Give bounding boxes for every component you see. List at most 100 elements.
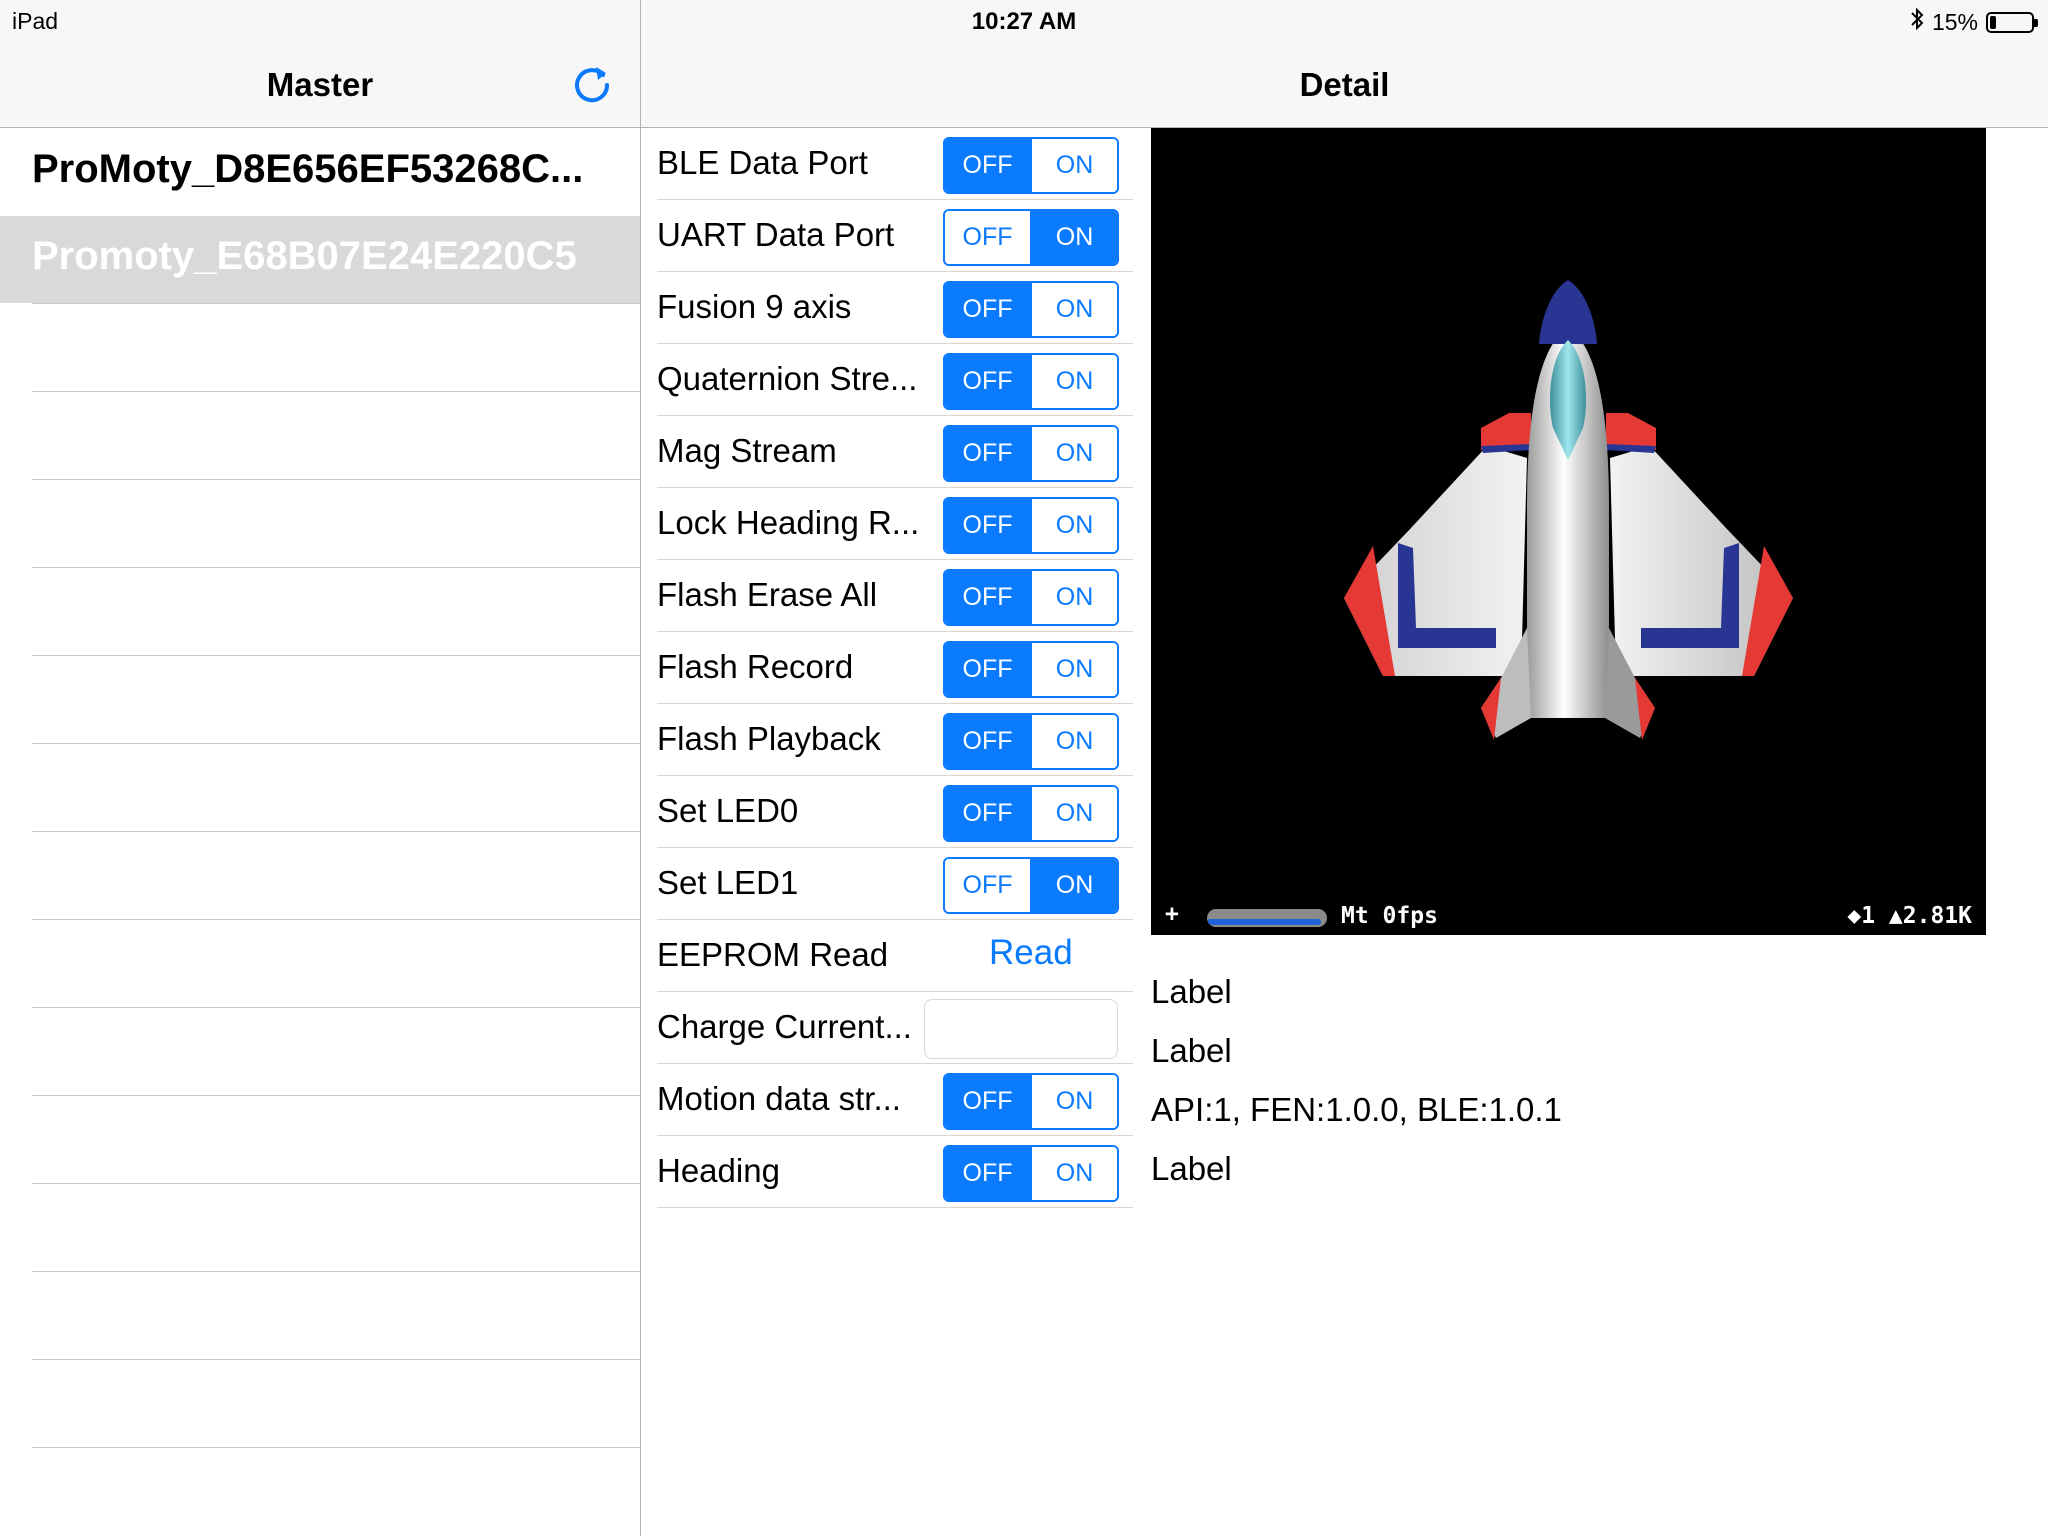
setting-row: BLE Data Port OFF ON (641, 128, 1133, 200)
empty-list-row (32, 567, 640, 655)
segment-on[interactable]: ON (1030, 715, 1117, 768)
segment-off[interactable]: OFF (945, 211, 1030, 264)
battery-level (1990, 15, 1996, 29)
segment-on[interactable]: ON (1030, 1147, 1117, 1200)
segment-on[interactable]: ON (1030, 427, 1117, 480)
setting-label: Mag Stream (657, 432, 837, 469)
empty-list-row (32, 479, 640, 567)
segment-on[interactable]: ON (1030, 1075, 1117, 1128)
setting-label: EEPROM Read (657, 936, 889, 973)
segment-off[interactable]: OFF (945, 643, 1030, 696)
off-on-segmented-control[interactable]: OFF ON (943, 641, 1119, 698)
device-row[interactable]: ProMoty_D8E656EF53268C... (0, 129, 640, 216)
master-nav-bar: Master (0, 40, 640, 128)
setting-row: Flash Playback OFF ON (641, 704, 1133, 776)
setting-label: Flash Erase All (657, 576, 878, 613)
empty-list-row (32, 1183, 640, 1271)
segment-off[interactable]: OFF (945, 1147, 1030, 1200)
stats-toggle-button[interactable]: + (1165, 901, 1179, 927)
info-label: Label (1151, 1032, 1232, 1069)
off-on-segmented-control[interactable]: OFF ON (943, 425, 1119, 482)
gauge-fill (1207, 919, 1321, 925)
segment-off[interactable]: OFF (945, 427, 1030, 480)
segment-off[interactable]: OFF (945, 571, 1030, 624)
off-on-segmented-control[interactable]: OFF ON (943, 1145, 1119, 1202)
setting-row: Heading OFF ON (641, 1136, 1133, 1208)
segment-off[interactable]: OFF (945, 715, 1030, 768)
segment-off[interactable]: OFF (945, 859, 1030, 912)
frame-time-gauge (1207, 909, 1327, 927)
segment-on[interactable]: ON (1030, 499, 1117, 552)
setting-row: Mag Stream OFF ON (641, 416, 1133, 488)
empty-list-row (32, 831, 640, 919)
off-on-segmented-control[interactable]: OFF ON (943, 137, 1119, 194)
empty-list-row (32, 391, 640, 479)
setting-label: UART Data Port (657, 216, 895, 253)
setting-row: Fusion 9 axis OFF ON (641, 272, 1133, 344)
empty-list-row (32, 1447, 640, 1535)
setting-label: Quaternion Stre... (657, 360, 918, 397)
segment-off[interactable]: OFF (945, 787, 1030, 840)
info-labels: Label Label API:1, FEN:1.0.0, BLE:1.0.1 Lab… (1151, 968, 1562, 1204)
setting-row: Lock Heading R... OFF ON (641, 488, 1133, 560)
empty-list-row (32, 1095, 640, 1183)
status-right: 15% (1910, 7, 2038, 37)
segment-on[interactable]: ON (1030, 283, 1117, 336)
refresh-icon (575, 67, 610, 103)
setting-label: Flash Record (657, 648, 854, 685)
empty-list-row (32, 303, 640, 391)
off-on-segmented-control[interactable]: OFF ON (943, 209, 1119, 266)
segment-on[interactable]: ON (1030, 571, 1117, 624)
empty-list-row (32, 1271, 640, 1359)
info-label: API:1, FEN:1.0.0, BLE:1.0.1 (1151, 1091, 1562, 1128)
read-button[interactable]: Read (989, 933, 1073, 973)
off-on-segmented-control[interactable]: OFF ON (943, 1073, 1119, 1130)
segment-off[interactable]: OFF (945, 355, 1030, 408)
empty-list-row (32, 743, 640, 831)
charge-current-field[interactable] (924, 999, 1118, 1059)
off-on-segmented-control[interactable]: OFF ON (943, 785, 1119, 842)
setting-row: Motion data str... OFF ON (641, 1064, 1133, 1136)
settings-list: BLE Data Port OFF ON UART Data Port OFF ON Fus… (641, 128, 1133, 1208)
device-row[interactable]: Promoty_E68B07E24E220C5 (0, 216, 640, 303)
detail-nav-bar: Detail (641, 40, 2048, 128)
detail-title: Detail (1299, 66, 1390, 103)
refresh-button[interactable] (567, 58, 617, 108)
setting-row: Flash Record OFF ON (641, 632, 1133, 704)
setting-row: Quaternion Stre... OFF ON (641, 344, 1133, 416)
segment-on[interactable]: ON (1030, 139, 1117, 192)
off-on-segmented-control[interactable]: OFF ON (943, 281, 1119, 338)
segment-on[interactable]: ON (1030, 355, 1117, 408)
segment-off[interactable]: OFF (945, 1075, 1030, 1128)
master-panel: Master ProMoty_D8E656EF53268C... Promoty_… (0, 0, 640, 1536)
setting-label: Fusion 9 axis (657, 288, 852, 325)
info-label: Label (1151, 1150, 1232, 1187)
empty-list-row (32, 1007, 640, 1095)
scene-view[interactable]: + Mt 0fps ◆1 ▲2.81K (1151, 128, 1986, 935)
scene-stats-bar: + Mt 0fps ◆1 ▲2.81K (1151, 899, 1986, 935)
segment-on[interactable]: ON (1030, 211, 1117, 264)
setting-label: BLE Data Port (657, 144, 868, 181)
off-on-segmented-control[interactable]: OFF ON (943, 353, 1119, 410)
segment-on[interactable]: ON (1030, 787, 1117, 840)
segment-on[interactable]: ON (1030, 859, 1117, 912)
segment-off[interactable]: OFF (945, 139, 1030, 192)
off-on-segmented-control[interactable]: OFF ON (943, 713, 1119, 770)
off-on-segmented-control[interactable]: OFF ON (943, 497, 1119, 554)
setting-row: Set LED0 OFF ON (641, 776, 1133, 848)
segment-on[interactable]: ON (1030, 643, 1117, 696)
battery-percent: 15% (1931, 8, 1978, 35)
segment-off[interactable]: OFF (945, 499, 1030, 552)
battery-icon (1986, 11, 2038, 33)
empty-list-row (32, 919, 640, 1007)
setting-row: EEPROM Read Read (641, 920, 1133, 992)
off-on-segmented-control[interactable]: OFF ON (943, 857, 1119, 914)
off-on-segmented-control[interactable]: OFF ON (943, 569, 1119, 626)
setting-label: Set LED0 (657, 792, 799, 829)
fps-readout: Mt 0fps (1341, 903, 1438, 929)
setting-row: Charge Current... (641, 992, 1133, 1064)
segment-off[interactable]: OFF (945, 283, 1030, 336)
device-name-label: ProMoty_D8E656EF53268C... (32, 147, 584, 191)
info-label: Label (1151, 973, 1232, 1010)
setting-label: Heading (657, 1152, 780, 1189)
